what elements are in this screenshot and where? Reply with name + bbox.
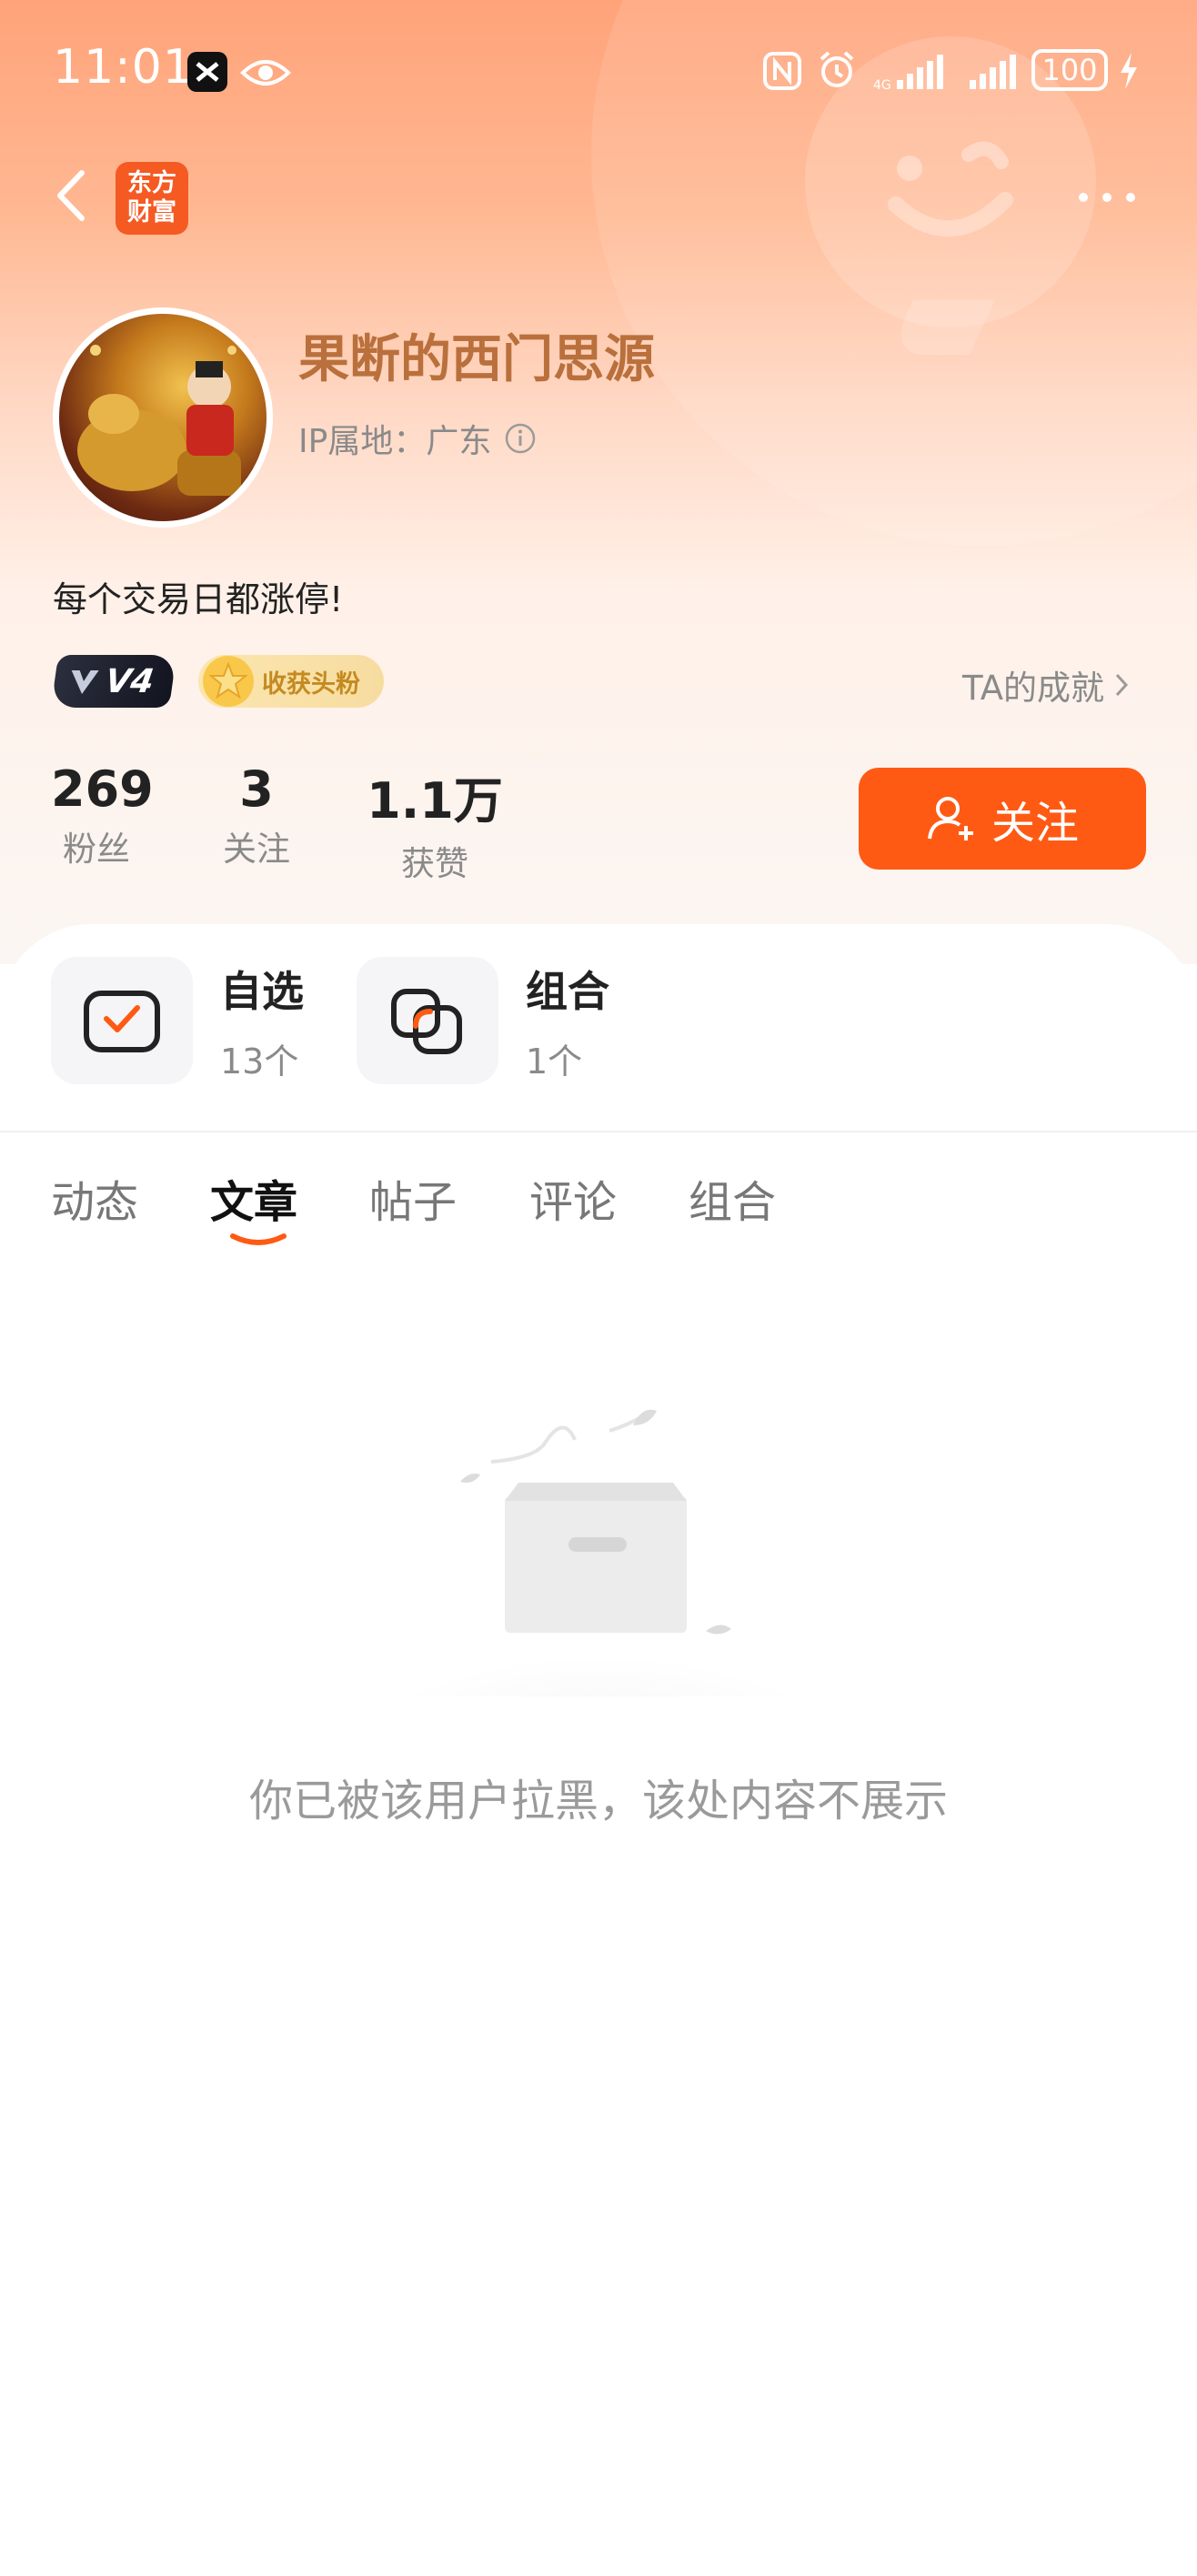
more-dot <box>1102 193 1112 202</box>
add-user-icon <box>927 797 973 840</box>
ip-location: IP属地：广东 <box>298 415 537 462</box>
watchlist-count: 13个 <box>220 1041 299 1082</box>
more-dot <box>1079 193 1088 202</box>
portfolio-count: 1个 <box>526 1041 583 1082</box>
stat-fans[interactable]: 269 粉丝 <box>51 760 154 870</box>
quick-entry-watchlist[interactable]: 自选 13个 <box>51 957 304 1084</box>
stat-following[interactable]: 3 关注 <box>211 760 302 870</box>
level-badge-text: V4 <box>103 662 156 700</box>
ip-location-text: IP属地：广东 <box>298 423 492 460</box>
fan-badge-text: 收获头粉 <box>262 669 360 699</box>
active-tab-indicator <box>230 1233 287 1245</box>
stat-fans-value: 269 <box>51 760 154 818</box>
stat-following-label: 关注 <box>223 830 290 869</box>
star-badge-icon <box>203 656 254 707</box>
battery-icon: 100 <box>1031 49 1108 91</box>
tab-portfolio[interactable]: 组合 <box>689 1166 776 1230</box>
watchlist-icon <box>84 991 160 1052</box>
tab-comments[interactable]: 评论 <box>529 1166 617 1230</box>
status-bar: 11:01 4G 100 <box>0 0 1197 136</box>
logo-text-bottom: 财富 <box>127 198 176 226</box>
svg-text:4G: 4G <box>873 78 891 91</box>
empty-state-message: 你已被该用户拉黑，该处内容不展示 <box>248 1776 948 1826</box>
follow-button[interactable]: 关注 <box>859 768 1146 870</box>
empty-box-illustration <box>373 1409 828 1696</box>
smiley-decor-icon <box>888 141 1013 237</box>
tab-posts[interactable]: 帖子 <box>369 1166 457 1230</box>
stat-following-value: 3 <box>239 760 274 818</box>
follow-button-label: 关注 <box>991 798 1079 849</box>
portfolio-title: 组合 <box>526 966 609 1016</box>
avatar[interactable] <box>53 307 273 528</box>
portfolio-icon-box <box>357 957 498 1084</box>
eye-icon <box>240 60 291 86</box>
quick-entry-portfolio[interactable]: 组合 1个 <box>357 957 609 1084</box>
level-badge[interactable]: V4 <box>50 655 177 708</box>
achievement-text: TA的成就 <box>962 669 1105 708</box>
signal-icon <box>970 55 1016 89</box>
alarm-icon <box>820 51 854 87</box>
stat-likes-value: 1.1万 <box>367 772 503 830</box>
battery-level: 100 <box>1041 53 1098 87</box>
charging-icon <box>1121 53 1137 89</box>
username: 果断的西门思源 <box>298 330 655 389</box>
signal-icon: 4G <box>873 55 943 91</box>
chevron-right-icon <box>1115 673 1129 697</box>
watchlist-icon-box <box>51 957 193 1084</box>
v-shield-icon <box>71 670 99 694</box>
stat-fans-label: 粉丝 <box>63 830 130 869</box>
back-button[interactable] <box>44 164 98 227</box>
capcut-icon <box>187 52 227 92</box>
stat-likes[interactable]: 1.1万 获赞 <box>362 760 508 885</box>
tab-activity[interactable]: 动态 <box>51 1166 138 1230</box>
portfolio-icon <box>391 989 462 1054</box>
nfc-icon <box>763 52 801 90</box>
more-options-button[interactable] <box>1073 178 1141 215</box>
app-logo: 东方 财富 <box>116 162 188 235</box>
info-icon[interactable] <box>504 422 537 455</box>
more-dot <box>1126 193 1135 202</box>
divider <box>0 1131 1197 1132</box>
bio: 每个交易日都涨停! <box>53 579 344 619</box>
watchlist-title: 自选 <box>220 966 304 1016</box>
tab-articles[interactable]: 文章 <box>210 1166 297 1230</box>
stat-likes-label: 获赞 <box>401 844 468 883</box>
achievement-link[interactable]: TA的成就 <box>962 660 1130 709</box>
fan-badge[interactable]: 收获头粉 <box>198 655 384 708</box>
status-time: 11:01 <box>53 40 194 95</box>
logo-text-top: 东方 <box>127 169 176 197</box>
avatar-image <box>77 345 241 496</box>
